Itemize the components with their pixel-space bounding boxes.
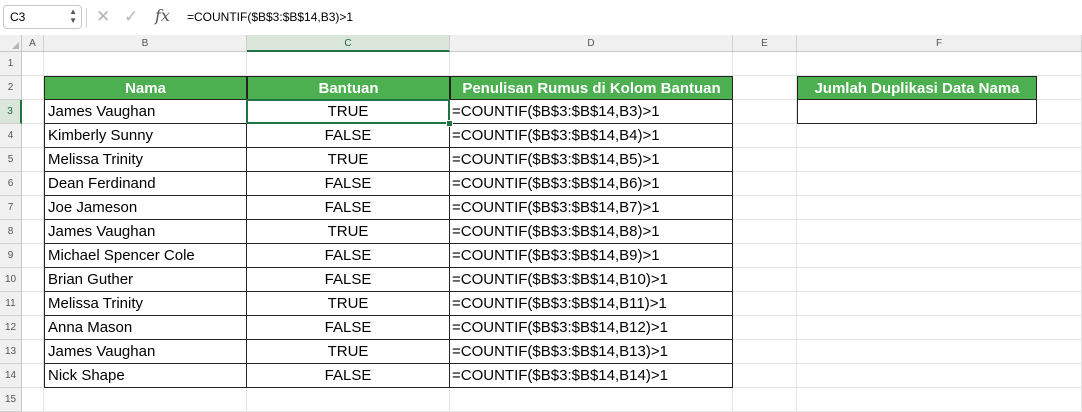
formula-text-cell[interactable]: =COUNTIF($B$3:$B$14,B6)>1 bbox=[450, 172, 733, 196]
column-header-b[interactable]: B bbox=[44, 35, 247, 52]
row-header-15[interactable]: 15 bbox=[0, 388, 22, 412]
name-box-value: C3 bbox=[10, 10, 26, 24]
select-all-icon bbox=[12, 42, 19, 49]
row-header-2[interactable]: 2 bbox=[0, 76, 22, 100]
insert-function-icon[interactable]: fx bbox=[155, 7, 170, 25]
row-header-9[interactable]: 9 bbox=[0, 244, 22, 268]
name-cell[interactable]: James Vaughan bbox=[44, 220, 247, 244]
helper-cell[interactable]: FALSE bbox=[247, 244, 450, 268]
table-header-formula-header[interactable]: Penulisan Rumus di Kolom Bantuan bbox=[450, 76, 733, 100]
column-header-d[interactable]: D bbox=[450, 35, 733, 52]
row-header-5[interactable]: 5 bbox=[0, 148, 22, 172]
column-header-c[interactable]: C bbox=[247, 35, 450, 52]
formula-text-cell[interactable]: =COUNTIF($B$3:$B$14,B14)>1 bbox=[450, 364, 733, 388]
helper-cell[interactable]: FALSE bbox=[247, 196, 450, 220]
helper-cell[interactable]: TRUE bbox=[247, 100, 450, 124]
formula-text-cell[interactable]: =COUNTIF($B$3:$B$14,B9)>1 bbox=[450, 244, 733, 268]
name-box[interactable]: C3 ▲ ▼ bbox=[3, 5, 82, 29]
row-header-14[interactable]: 14 bbox=[0, 364, 22, 388]
row-header-10[interactable]: 10 bbox=[0, 268, 22, 292]
row-header-1[interactable]: 1 bbox=[0, 52, 22, 76]
formula-text-cell[interactable]: =COUNTIF($B$3:$B$14,B5)>1 bbox=[450, 148, 733, 172]
column-header-a[interactable]: A bbox=[22, 35, 44, 52]
formula-text-cell[interactable]: =COUNTIF($B$3:$B$14,B11)>1 bbox=[450, 292, 733, 316]
name-cell[interactable]: Dean Ferdinand bbox=[44, 172, 247, 196]
helper-cell[interactable]: FALSE bbox=[247, 316, 450, 340]
row-header-11[interactable]: 11 bbox=[0, 292, 22, 316]
formula-text-cell[interactable]: =COUNTIF($B$3:$B$14,B4)>1 bbox=[450, 124, 733, 148]
cancel-icon[interactable]: ✕ bbox=[96, 8, 110, 26]
helper-cell[interactable]: TRUE bbox=[247, 148, 450, 172]
formula-input[interactable]: =COUNTIF($B$3:$B$14,B3)>1 bbox=[187, 10, 353, 24]
summary-header[interactable]: Jumlah Duplikasi Data Nama bbox=[797, 76, 1037, 100]
name-cell[interactable]: James Vaughan bbox=[44, 100, 247, 124]
helper-cell[interactable]: FALSE bbox=[247, 172, 450, 196]
column-header-f[interactable]: F bbox=[797, 35, 1082, 52]
helper-cell[interactable]: FALSE bbox=[247, 124, 450, 148]
enter-icon[interactable]: ✓ bbox=[124, 8, 138, 26]
row-header-7[interactable]: 7 bbox=[0, 196, 22, 220]
name-cell[interactable]: Kimberly Sunny bbox=[44, 124, 247, 148]
summary-value-cell[interactable] bbox=[797, 100, 1037, 124]
row-header-13[interactable]: 13 bbox=[0, 340, 22, 364]
formula-text-cell[interactable]: =COUNTIF($B$3:$B$14,B7)>1 bbox=[450, 196, 733, 220]
select-all-corner[interactable] bbox=[0, 35, 22, 52]
formula-text-cell[interactable]: =COUNTIF($B$3:$B$14,B10)>1 bbox=[450, 268, 733, 292]
name-box-stepper-icon[interactable]: ▲ ▼ bbox=[69, 7, 77, 25]
formula-bar: C3 ▲ ▼ ✕ ✓ fx =COUNTIF($B$3:$B$14,B3)>1 bbox=[0, 0, 1082, 36]
row-header-8[interactable]: 8 bbox=[0, 220, 22, 244]
helper-cell[interactable]: FALSE bbox=[247, 364, 450, 388]
formula-text-cell[interactable]: =COUNTIF($B$3:$B$14,B12)>1 bbox=[450, 316, 733, 340]
name-cell[interactable]: Brian Guther bbox=[44, 268, 247, 292]
fill-handle[interactable] bbox=[446, 120, 453, 127]
table-header-name-header[interactable]: Nama bbox=[44, 76, 247, 100]
formula-bar-divider bbox=[86, 8, 87, 28]
formula-text-cell[interactable]: =COUNTIF($B$3:$B$14,B3)>1 bbox=[450, 100, 733, 124]
row-header-4[interactable]: 4 bbox=[0, 124, 22, 148]
name-cell[interactable]: Joe Jameson bbox=[44, 196, 247, 220]
name-cell[interactable]: Melissa Trinity bbox=[44, 148, 247, 172]
name-cell[interactable]: Melissa Trinity bbox=[44, 292, 247, 316]
row-header-12[interactable]: 12 bbox=[0, 316, 22, 340]
row-header-3[interactable]: 3 bbox=[0, 100, 22, 124]
formula-text-cell[interactable]: =COUNTIF($B$3:$B$14,B13)>1 bbox=[450, 340, 733, 364]
formula-text-cell[interactable]: =COUNTIF($B$3:$B$14,B8)>1 bbox=[450, 220, 733, 244]
table-header-flag-header[interactable]: Bantuan bbox=[247, 76, 450, 100]
name-cell[interactable]: Anna Mason bbox=[44, 316, 247, 340]
name-cell[interactable]: Nick Shape bbox=[44, 364, 247, 388]
column-header-e[interactable]: E bbox=[733, 35, 797, 52]
name-cell[interactable]: Michael Spencer Cole bbox=[44, 244, 247, 268]
helper-cell[interactable]: FALSE bbox=[247, 268, 450, 292]
helper-cell[interactable]: TRUE bbox=[247, 220, 450, 244]
helper-cell[interactable]: TRUE bbox=[247, 292, 450, 316]
helper-cell[interactable]: TRUE bbox=[247, 340, 450, 364]
row-header-6[interactable]: 6 bbox=[0, 172, 22, 196]
name-cell[interactable]: James Vaughan bbox=[44, 340, 247, 364]
